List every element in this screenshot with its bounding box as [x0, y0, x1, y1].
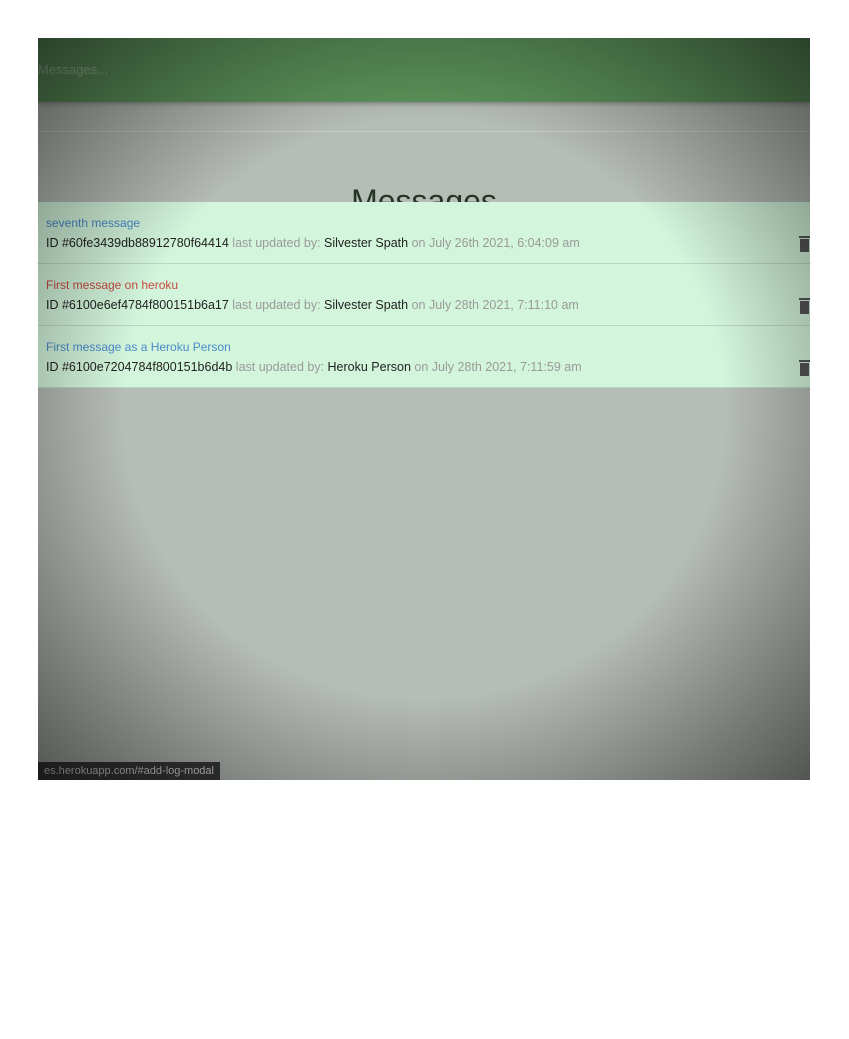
message-id: #6100e7204784f800151b6d4b: [61, 360, 233, 374]
list-item: First message on heroku ID #6100e6ef4784…: [38, 264, 810, 326]
trash-icon[interactable]: [798, 236, 810, 252]
status-bar-url: es.herokuapp.com/#add-log-modal: [38, 762, 220, 780]
updated-by-user: Silvester Spath: [324, 298, 409, 312]
updated-date: on July 28th 2021, 7:11:59 am: [410, 360, 582, 374]
message-id-prefix: ID: [46, 360, 62, 374]
updated-by-user: Silvester Spath: [324, 236, 409, 250]
list-item: seventh message ID #60fe3439db88912780f6…: [38, 202, 810, 264]
updated-by-label: last updated by:: [228, 298, 325, 312]
message-meta: ID #60fe3439db88912780f64414 last update…: [46, 236, 580, 250]
updated-by-label: last updated by:: [232, 360, 328, 374]
message-meta: ID #6100e7204784f800151b6d4b last update…: [46, 360, 582, 374]
message-text: First message on heroku: [46, 278, 179, 292]
message-id-prefix: ID: [46, 236, 62, 250]
updated-by-user: Heroku Person: [327, 360, 411, 374]
message-text: seventh message: [46, 216, 141, 230]
vignette-overlay: [38, 38, 810, 780]
search-input[interactable]: Messages...: [38, 62, 108, 77]
message-text: First message as a Heroku Person: [46, 340, 231, 354]
message-id: #60fe3439db88912780f64414: [61, 236, 229, 250]
updated-by-label: last updated by:: [228, 236, 325, 250]
divider: [38, 131, 810, 132]
message-id-prefix: ID: [46, 298, 62, 312]
trash-icon[interactable]: [798, 298, 810, 314]
navbar: Messages...: [38, 38, 810, 102]
updated-date: on July 26th 2021, 6:04:09 am: [408, 236, 580, 250]
app-window: Messages... Messages seventh message ID …: [38, 38, 810, 780]
message-id: #6100e6ef4784f800151b6a17: [61, 298, 229, 312]
message-meta: ID #6100e6ef4784f800151b6a17 last update…: [46, 298, 579, 312]
message-list: seventh message ID #60fe3439db88912780f6…: [38, 202, 810, 388]
updated-date: on July 28th 2021, 7:11:10 am: [408, 298, 579, 312]
list-item: First message as a Heroku Person ID #610…: [38, 326, 810, 388]
trash-icon[interactable]: [798, 360, 810, 376]
